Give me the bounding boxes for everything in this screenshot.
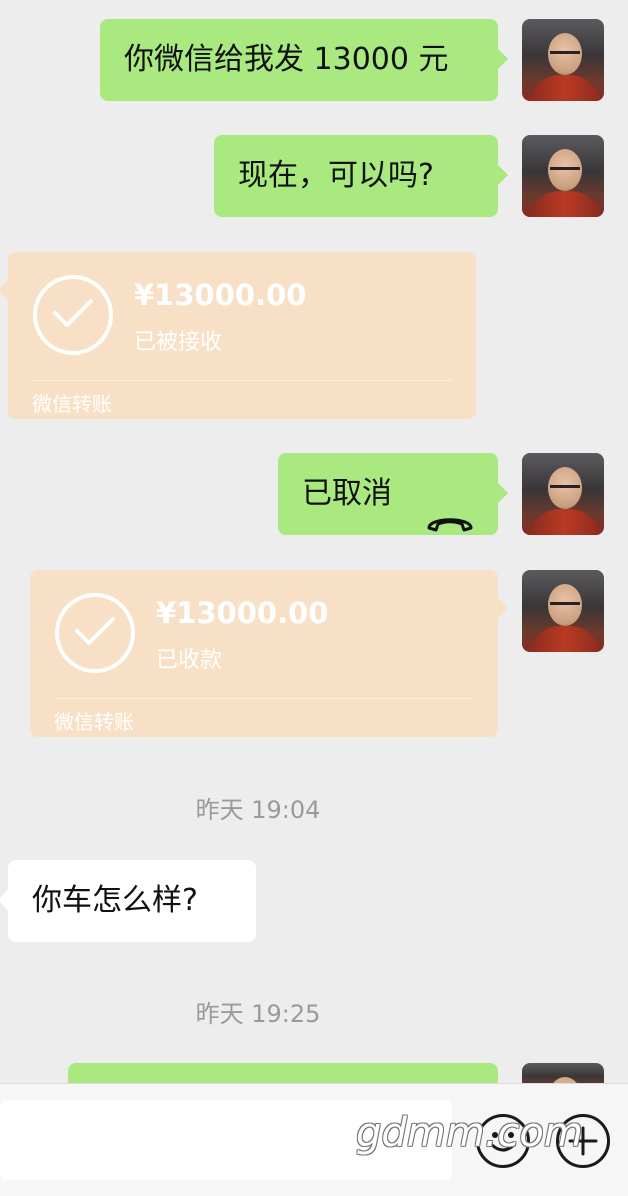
message-bubble-sent[interactable]: 你微信给我发 13000 元 — [100, 19, 508, 101]
check-circle-icon — [55, 593, 135, 673]
check-circle-icon — [33, 275, 113, 355]
phone-hangup-icon — [426, 483, 474, 565]
avatar[interactable] — [522, 453, 604, 535]
message-bubble-sent[interactable]: 现在，可以吗? — [214, 135, 508, 217]
message-bubble-received[interactable]: 你车怎么样? — [0, 860, 256, 942]
message-text: 现在，可以吗? — [238, 158, 434, 193]
transfer-footer: 微信转账 — [32, 392, 112, 416]
transfer-card[interactable]: ¥13000.00 已收款 微信转账 — [30, 570, 508, 737]
transfer-status: 已收款 — [156, 648, 223, 673]
transfer-status: 已被接收 — [134, 330, 223, 355]
call-status-text: 已取消 — [302, 476, 392, 511]
watermark: gdmm.com — [356, 1110, 583, 1156]
avatar[interactable] — [522, 135, 604, 217]
timestamp: 昨天 19:04 — [195, 796, 321, 824]
divider — [32, 380, 452, 381]
transfer-amount: ¥13000.00 — [156, 596, 329, 630]
message-text: 你微信给我发 13000 元 — [124, 42, 449, 77]
transfer-footer: 微信转账 — [54, 710, 134, 734]
timestamp: 昨天 19:25 — [195, 1000, 321, 1028]
divider — [54, 698, 474, 699]
transfer-amount: ¥13000.00 — [134, 278, 307, 312]
call-record-bubble[interactable]: 已取消 — [278, 453, 508, 535]
message-text: 你车怎么样? — [32, 883, 198, 918]
transfer-card[interactable]: ¥13000.00 已被接收 微信转账 — [0, 252, 476, 419]
avatar[interactable] — [522, 19, 604, 101]
avatar[interactable] — [522, 570, 604, 652]
